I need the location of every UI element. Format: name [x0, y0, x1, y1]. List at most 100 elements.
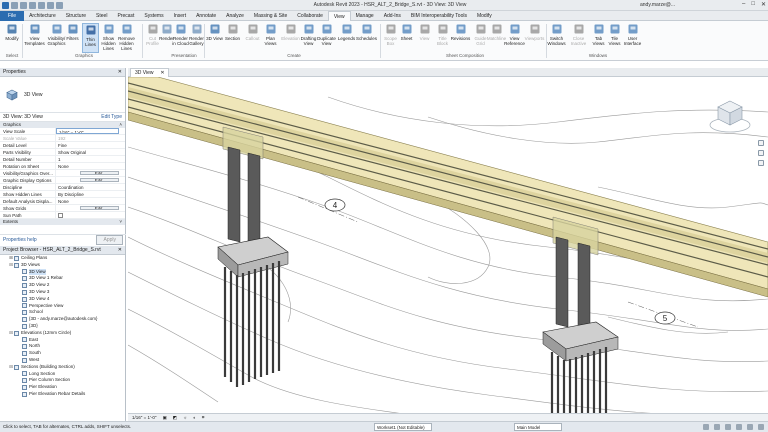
- property-row[interactable]: Scale Value 192: [0, 135, 125, 142]
- print-icon[interactable]: [47, 2, 54, 9]
- redo-icon[interactable]: [38, 2, 45, 9]
- title-block-button[interactable]: Title Block: [434, 23, 451, 53]
- select-by-face-icon[interactable]: [736, 424, 742, 430]
- tab-modify[interactable]: Modify: [472, 11, 497, 21]
- grid-line-5[interactable]: 5: [627, 301, 699, 328]
- property-row[interactable]: Default Analysis Displa... None: [0, 198, 125, 205]
- collapse-icon[interactable]: ˄: [119, 122, 122, 128]
- view-templates-button[interactable]: View Templates: [24, 23, 45, 53]
- filters-button[interactable]: Filters: [64, 23, 81, 53]
- revit-logo-icon[interactable]: [2, 2, 9, 9]
- property-row[interactable]: Show Hidden Lines By Discipline: [0, 191, 125, 198]
- property-row[interactable]: Show Grids Edit...: [0, 205, 125, 212]
- design-option-dropdown[interactable]: Main Model: [514, 423, 562, 431]
- elevation-button[interactable]: Elevation: [281, 23, 300, 53]
- browser-folder[interactable]: ⊟ 3D Views: [0, 262, 125, 269]
- section-button[interactable]: Section: [224, 23, 241, 53]
- browser-view-item[interactable]: {3D}: [0, 323, 125, 330]
- browser-folder[interactable]: ⊟ Elevations (12mm Circle): [0, 330, 125, 337]
- apply-button[interactable]: Apply: [96, 235, 123, 245]
- select-dropdown[interactable]: Select: [2, 53, 22, 58]
- property-row[interactable]: Parts Visibility Show Original: [0, 149, 125, 156]
- legends-button[interactable]: Legends: [338, 23, 355, 53]
- select-pinned-icon[interactable]: [725, 424, 731, 430]
- maximize-icon[interactable]: □: [751, 1, 755, 8]
- tab-views-button[interactable]: Tab Views: [590, 23, 607, 53]
- sun-path-icon[interactable]: ☼: [183, 414, 187, 421]
- browser-view-item[interactable]: Pier Elevation: [0, 384, 125, 391]
- duplicate-view-button[interactable]: Duplicate View: [317, 23, 336, 53]
- instance-selector[interactable]: 3D View: 3D View Edit Type: [0, 113, 125, 122]
- close-icon[interactable]: ✕: [118, 68, 122, 77]
- properties-help-link[interactable]: Properties help: [3, 237, 37, 243]
- browser-view-item[interactable]: 3D View 2: [0, 282, 125, 289]
- viewcube-icon[interactable]: [708, 95, 752, 135]
- switch-windows-button[interactable]: Switch Windows: [547, 23, 566, 53]
- remove-hidden-lines-button[interactable]: Remove Hidden Lines: [118, 23, 135, 53]
- browser-view-item[interactable]: Long Section: [0, 371, 125, 378]
- property-row[interactable]: Detail Level Fine: [0, 142, 125, 149]
- callout-button[interactable]: Callout: [244, 23, 261, 53]
- minimize-icon[interactable]: –: [742, 1, 745, 8]
- revisions-button[interactable]: Revisions: [451, 23, 470, 53]
- view-reference-button[interactable]: View Reference: [504, 23, 525, 53]
- type-selector[interactable]: 3D View: [0, 77, 125, 113]
- property-row[interactable]: View Scale 1/16" = 1'-0": [0, 128, 125, 135]
- filter-icon[interactable]: [758, 424, 764, 430]
- 3d-view-button[interactable]: 3D View: [206, 23, 223, 53]
- select-links-icon[interactable]: [703, 424, 709, 430]
- edit-button[interactable]: Edit...: [80, 171, 119, 175]
- browser-view-item[interactable]: Perspective View: [0, 303, 125, 310]
- visual-style-icon[interactable]: ◩: [173, 414, 177, 421]
- tab-manage[interactable]: Manage: [351, 11, 379, 21]
- tab-file[interactable]: File: [0, 10, 25, 21]
- viewports-button[interactable]: Viewports: [525, 23, 544, 53]
- browser-view-item[interactable]: 3D View 1 Rebar: [0, 275, 125, 282]
- property-value[interactable]: 1/16" = 1'-0": [56, 128, 119, 134]
- view-scale[interactable]: 1/16" = 1'-0": [132, 414, 156, 421]
- drawing-canvas[interactable]: 4 5: [128, 77, 768, 413]
- graphics-group-header[interactable]: Graphics ˄: [0, 122, 125, 128]
- property-value[interactable]: Show Original: [56, 149, 125, 155]
- edit-button[interactable]: Edit...: [80, 178, 119, 182]
- plan-views-button[interactable]: Plan Views: [262, 23, 279, 53]
- detail-level-icon[interactable]: ▣: [162, 414, 166, 421]
- browser-folder[interactable]: ⊞ Ceiling Plans: [0, 255, 125, 262]
- save-icon[interactable]: [20, 2, 27, 9]
- tab-steel[interactable]: Steel: [91, 11, 112, 21]
- open-icon[interactable]: [11, 2, 18, 9]
- modify-button[interactable]: Modify: [2, 23, 22, 53]
- browser-view-item[interactable]: Pier Column Section: [0, 377, 125, 384]
- render-gallery-button[interactable]: Render Gallery: [188, 23, 205, 53]
- property-value[interactable]: 1: [56, 156, 125, 162]
- browser-view-item[interactable]: South: [0, 350, 125, 357]
- tab-systems[interactable]: Systems: [139, 11, 168, 21]
- browser-view-item[interactable]: 3D View: [0, 268, 125, 276]
- browser-view-item[interactable]: North: [0, 343, 125, 350]
- property-row[interactable]: Discipline Coordination: [0, 184, 125, 191]
- browser-view-item[interactable]: East: [0, 337, 125, 344]
- browser-view-item[interactable]: 3D View 4: [0, 296, 125, 303]
- property-row[interactable]: Rotation on Sheet None: [0, 163, 125, 170]
- tile-views-button[interactable]: Tile Views: [606, 23, 623, 53]
- workset-dropdown[interactable]: Workset1 (Not Editable): [374, 423, 432, 431]
- property-value[interactable]: 192: [56, 135, 125, 141]
- close-inactive-button[interactable]: Close Inactive: [570, 23, 587, 53]
- property-value[interactable]: Fine: [56, 142, 125, 148]
- tab-insert[interactable]: Insert: [169, 11, 192, 21]
- property-value[interactable]: None: [56, 198, 125, 204]
- thin-lines-button[interactable]: Thin Lines: [82, 23, 99, 53]
- tab-3d-view[interactable]: 3D View ✕: [130, 68, 169, 77]
- property-row[interactable]: Sun Path: [0, 212, 125, 219]
- property-row[interactable]: Visibility/Graphics Over... Edit...: [0, 170, 125, 177]
- sheet-button[interactable]: Sheet: [398, 23, 415, 53]
- tab-collaborate[interactable]: Collaborate: [292, 11, 328, 21]
- extents-group-header[interactable]: Extents ˅: [0, 219, 125, 225]
- browser-view-item[interactable]: School: [0, 309, 125, 316]
- property-row[interactable]: Detail Number 1: [0, 156, 125, 163]
- sun-path-checkbox[interactable]: [58, 213, 63, 218]
- expand-icon[interactable]: ˅: [119, 219, 122, 225]
- tab-massing-site[interactable]: Massing & Site: [249, 11, 292, 21]
- measure-icon[interactable]: [56, 2, 63, 9]
- view-button[interactable]: View: [416, 23, 433, 53]
